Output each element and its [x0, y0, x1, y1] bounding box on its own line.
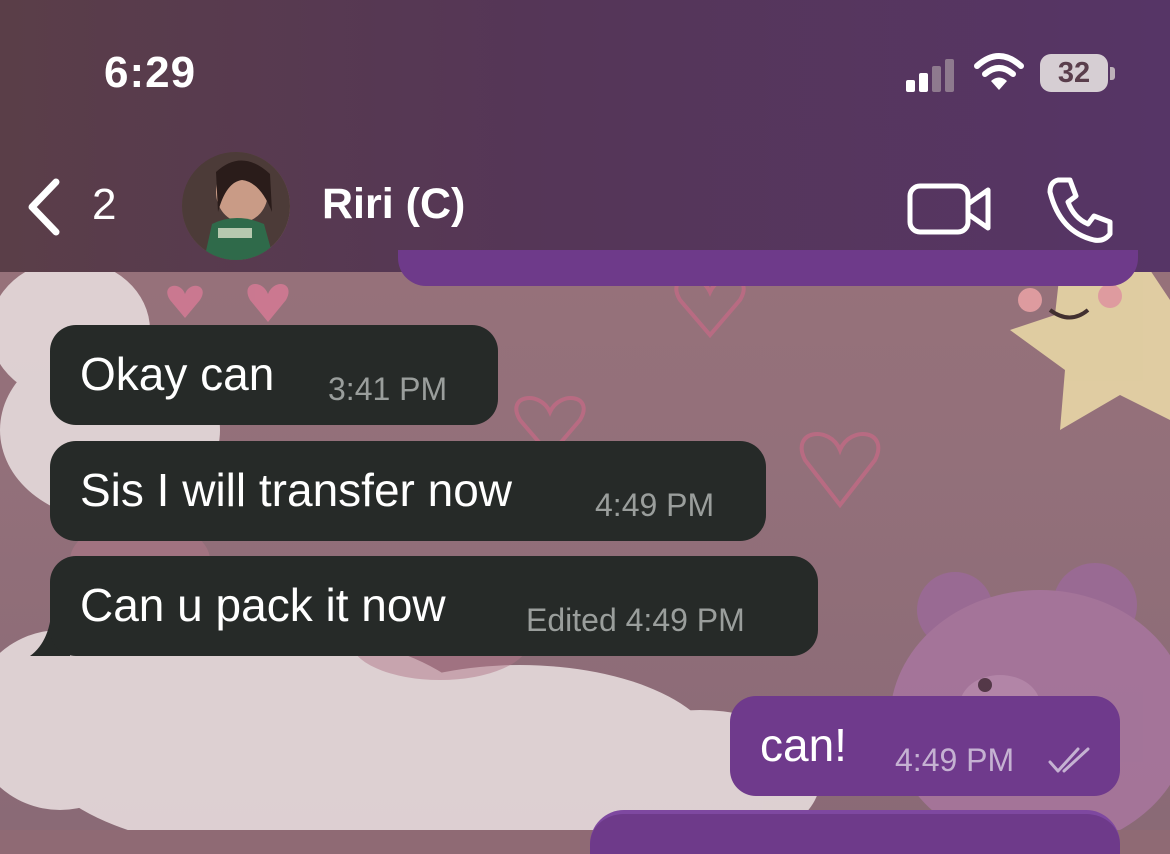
- message-text: Can u pack it now: [80, 579, 446, 631]
- message-text: Sis I will transfer now: [80, 464, 513, 516]
- message-bubble-incoming[interactable]: Okay can 3:41 PM: [50, 325, 498, 425]
- contact-name[interactable]: Riri (C): [322, 180, 465, 229]
- previous-outgoing-bubble: [398, 250, 1138, 286]
- next-outgoing-bubble: [590, 810, 1120, 854]
- battery-tip: [1110, 67, 1115, 80]
- signal-icon: [906, 58, 960, 92]
- message-text: Okay can: [80, 348, 275, 400]
- message-time: 4:49 PM: [625, 602, 745, 638]
- chat-header: 6:29 32 2 Riri (C): [0, 0, 1170, 272]
- message-time: 3:41 PM: [328, 371, 448, 407]
- message-bubble-incoming[interactable]: Sis I will transfer now 4:49 PM: [50, 441, 766, 541]
- edited-label: Edited: [526, 602, 617, 638]
- unread-count[interactable]: 2: [92, 180, 116, 230]
- message-time: 4:49 PM: [595, 487, 715, 523]
- message-text: can!: [760, 719, 847, 771]
- status-time: 6:29: [104, 48, 197, 97]
- wifi-icon: [974, 53, 1024, 90]
- video-call-icon[interactable]: [906, 178, 994, 240]
- contact-avatar[interactable]: [182, 152, 290, 260]
- message-bubble-outgoing[interactable]: can! 4:49 PM: [730, 696, 1120, 796]
- battery-icon: 32: [1040, 54, 1108, 92]
- back-chevron-icon[interactable]: [22, 176, 72, 238]
- double-check-icon: [1048, 747, 1090, 773]
- message-bubble-incoming[interactable]: Can u pack it now Edited 4:49 PM: [50, 556, 818, 656]
- phone-icon[interactable]: [1044, 174, 1116, 244]
- message-time: 4:49 PM: [895, 742, 1015, 778]
- message-time-edited: Edited 4:49 PM: [526, 602, 745, 639]
- battery-level: 32: [1057, 57, 1091, 89]
